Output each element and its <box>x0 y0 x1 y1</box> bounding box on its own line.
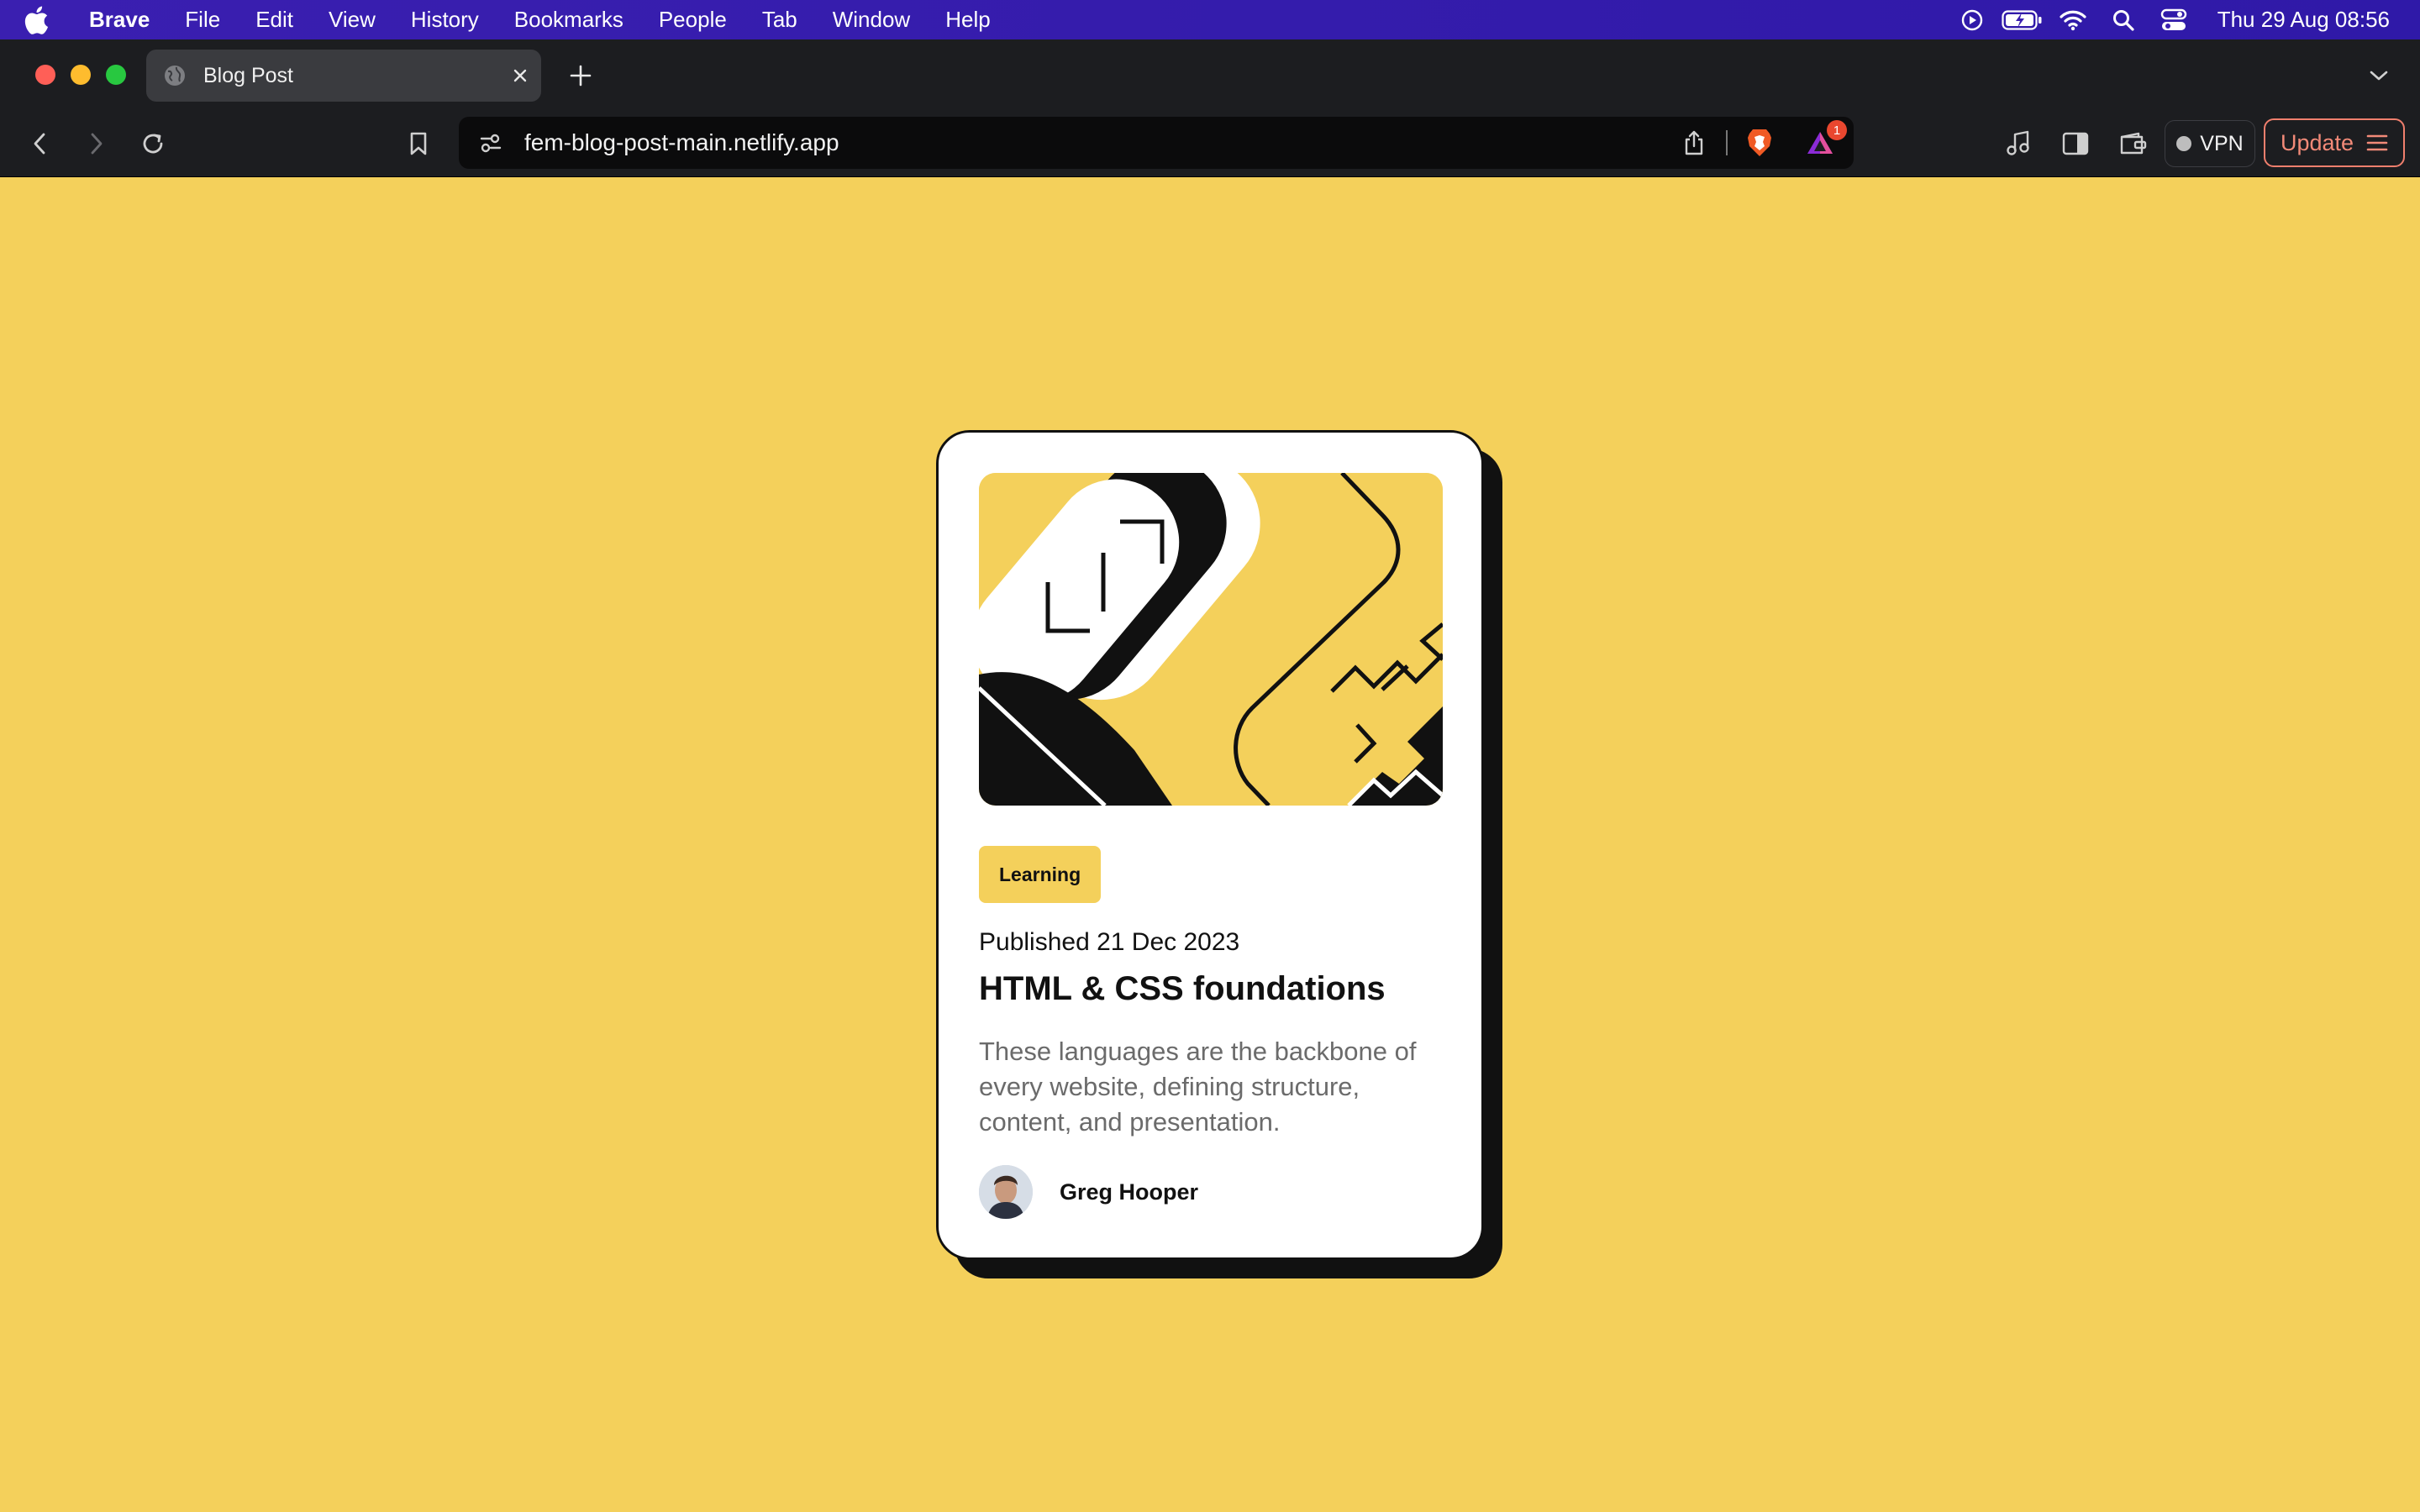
globe-icon <box>163 64 187 87</box>
play-circle-icon[interactable] <box>1947 8 1997 32</box>
tab-search-chevron-down-icon[interactable] <box>2365 63 2393 88</box>
menu-view[interactable]: View <box>311 7 393 33</box>
brave-rewards-icon[interactable]: 1 <box>1802 120 1847 155</box>
update-menu-button[interactable]: Update <box>2264 118 2405 167</box>
blog-post-card: Learning Published 21 Dec 2023 HTML & CS… <box>936 430 1484 1260</box>
menu-edit[interactable]: Edit <box>238 7 311 33</box>
brave-shields-icon[interactable] <box>1741 128 1778 158</box>
url-text[interactable]: fem-blog-post-main.netlify.app <box>524 129 1676 156</box>
share-icon[interactable] <box>1676 129 1712 156</box>
blog-hero-illustration <box>979 473 1443 806</box>
close-tab-icon[interactable] <box>499 67 541 84</box>
hamburger-menu-icon <box>2365 133 2389 153</box>
browser-tab-strip: Blog Post <box>0 39 2420 110</box>
address-bar[interactable]: fem-blog-post-main.netlify.app 1 <box>459 117 1854 169</box>
control-center-icon[interactable] <box>2149 8 2199 32</box>
vpn-status-dot <box>2176 136 2192 151</box>
tab-blog-post[interactable]: Blog Post <box>146 50 541 102</box>
vpn-button[interactable]: VPN <box>2165 120 2255 167</box>
spotlight-search-icon[interactable] <box>2098 8 2149 32</box>
macos-menu-bar: Brave File Edit View History Bookmarks P… <box>0 0 2420 39</box>
wifi-icon[interactable] <box>2048 9 2098 31</box>
bookmark-icon[interactable] <box>400 125 437 162</box>
minimize-window-button[interactable] <box>71 65 91 85</box>
update-label: Update <box>2281 129 2354 155</box>
music-note-icon[interactable] <box>2000 125 2037 162</box>
sidebar-toggle-icon[interactable] <box>2057 125 2094 162</box>
post-title[interactable]: HTML & CSS foundations <box>979 970 1386 1008</box>
menu-bookmarks[interactable]: Bookmarks <box>497 7 641 33</box>
menu-history[interactable]: History <box>393 7 497 33</box>
menu-window[interactable]: Window <box>815 7 928 33</box>
menu-bar-status-area: Thu 29 Aug 08:56 <box>1947 0 2390 39</box>
category-tag[interactable]: Learning <box>979 846 1102 903</box>
back-arrow-icon[interactable] <box>22 125 59 162</box>
post-description: These languages are the backbone of ever… <box>979 1037 1417 1137</box>
wallet-icon[interactable] <box>2114 125 2151 162</box>
tab-title: Blog Post <box>203 63 294 87</box>
close-window-button[interactable] <box>35 65 55 85</box>
vpn-label: VPN <box>2200 131 2244 155</box>
author-avatar <box>979 1165 1033 1219</box>
author-name: Greg Hooper <box>1060 1179 1199 1205</box>
zoom-window-button[interactable] <box>106 65 126 85</box>
menu-people[interactable]: People <box>641 7 744 33</box>
new-tab-icon[interactable] <box>565 60 597 92</box>
rewards-badge: 1 <box>1827 120 1847 140</box>
address-bar-divider <box>1726 130 1728 155</box>
forward-arrow-icon[interactable] <box>77 125 114 162</box>
menu-file[interactable]: File <box>167 7 238 33</box>
menu-help[interactable]: Help <box>928 7 1007 33</box>
author-row: Greg Hooper <box>979 1165 1198 1219</box>
apple-icon[interactable] <box>24 6 71 34</box>
published-date: Published 21 Dec 2023 <box>979 928 1240 956</box>
menu-bar-clock[interactable]: Thu 29 Aug 08:56 <box>2217 7 2390 33</box>
window-controls <box>35 65 126 85</box>
menu-app-name[interactable]: Brave <box>71 7 167 33</box>
browser-toolbar: fem-blog-post-main.netlify.app 1 VPN Upd… <box>0 110 2420 177</box>
reload-icon[interactable] <box>134 125 171 162</box>
menu-tab[interactable]: Tab <box>744 7 815 33</box>
battery-charging-icon[interactable] <box>1997 9 2048 31</box>
site-settings-icon[interactable] <box>477 129 504 156</box>
